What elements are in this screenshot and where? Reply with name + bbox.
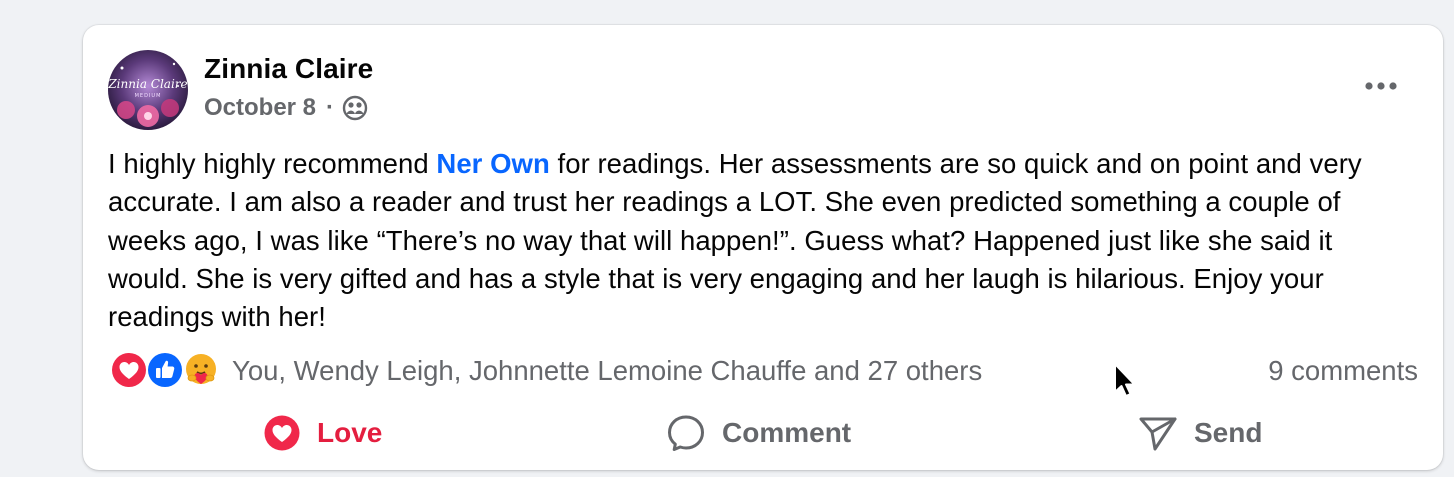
author-name[interactable]: Zinnia Claire — [204, 53, 373, 85]
mouse-cursor-icon — [1113, 362, 1139, 400]
more-icon — [1365, 82, 1397, 90]
post-body: I highly highly recommend Ner Own for re… — [108, 145, 1408, 336]
comment-button[interactable]: Comment — [666, 409, 851, 457]
more-options-button[interactable] — [1359, 71, 1403, 101]
author-avatar[interactable]: Zinnia Claire MEDIUM — [108, 50, 188, 130]
care-icon — [182, 351, 220, 389]
post-card: Zinnia Claire MEDIUM Zinnia Claire Octob… — [83, 25, 1443, 470]
avatar-image: Zinnia Claire MEDIUM — [108, 50, 188, 130]
love-label: Love — [317, 417, 383, 448]
friends-icon[interactable] — [342, 95, 368, 121]
reaction-icons[interactable] — [110, 351, 228, 389]
comment-icon — [666, 413, 706, 453]
reactions-row: You, Wendy Leigh, Johnnette Lemoine Chau… — [108, 349, 1418, 391]
avatar-logo-subtext: MEDIUM — [135, 93, 162, 99]
post-text-part1: I highly highly recommend — [108, 148, 437, 179]
post-meta: October 8 · — [204, 94, 368, 122]
post-date[interactable]: October 8 — [204, 94, 316, 122]
avatar-logo-text: Zinnia Claire — [108, 77, 188, 91]
comments-count[interactable]: 9 comments — [1268, 355, 1418, 387]
love-icon — [110, 351, 148, 389]
comment-label: Comment — [722, 417, 852, 448]
post-actions: Love Comment Send — [83, 409, 1443, 457]
reactions-summary[interactable]: You, Wendy Leigh, Johnnette Lemoine Chau… — [232, 355, 982, 387]
like-icon — [146, 351, 184, 389]
meta-separator: · — [326, 94, 335, 121]
love-button[interactable]: Love — [263, 409, 382, 457]
send-icon — [1138, 413, 1178, 453]
send-button[interactable]: Send — [1138, 409, 1262, 457]
send-label: Send — [1194, 417, 1263, 448]
love-icon — [263, 414, 301, 452]
mention-link[interactable]: Ner Own — [436, 148, 549, 179]
